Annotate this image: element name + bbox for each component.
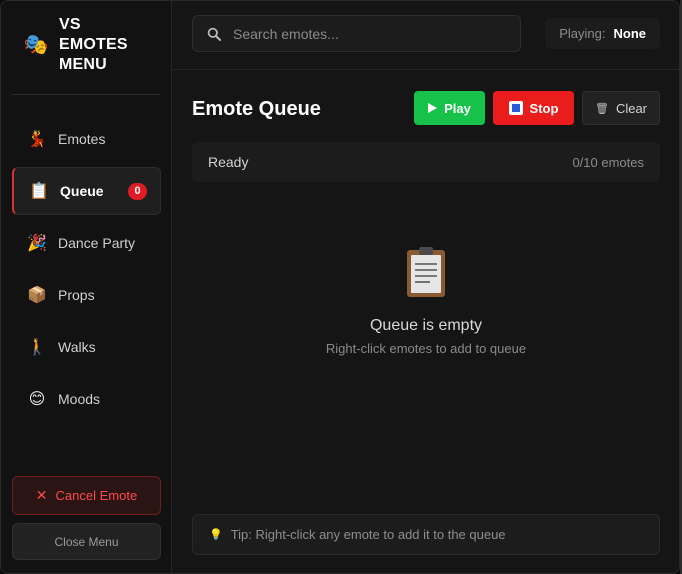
- play-icon: [428, 103, 438, 113]
- playing-label: Playing:: [559, 26, 606, 41]
- cancel-emote-label: Cancel Emote: [55, 488, 138, 503]
- cancel-emote-button[interactable]: ✕ Cancel Emote: [12, 476, 161, 515]
- queue-count: 0/10 emotes: [572, 154, 644, 170]
- sidebar-item-label: Emotes: [58, 131, 106, 147]
- sidebar-nav: 💃 Emotes 📋 Queue 0 🎉 Dance Party 📦 Props…: [12, 115, 161, 427]
- close-icon: ✕: [35, 487, 48, 503]
- queue-status: Ready: [208, 154, 249, 170]
- sidebar-item-dance-party[interactable]: 🎉 Dance Party: [12, 219, 161, 267]
- walking-person-icon: 🚶: [27, 339, 47, 356]
- clear-label: Clear: [615, 100, 648, 116]
- empty-state: Queue is empty Right-click emotes to add…: [192, 246, 660, 356]
- queue-status-bar: Ready 0/10 emotes: [192, 142, 660, 182]
- tip-text: Tip: Right-click any emote to add it to …: [230, 527, 506, 542]
- lightbulb-icon: 💡: [209, 529, 223, 541]
- dancer-icon: 💃: [27, 131, 47, 148]
- party-popper-icon: 🎉: [27, 235, 47, 252]
- stop-button[interactable]: Stop: [493, 91, 574, 125]
- sidebar-item-emotes[interactable]: 💃 Emotes: [12, 115, 161, 163]
- page-title: Emote Queue: [192, 98, 321, 120]
- package-icon: 📦: [27, 287, 47, 304]
- sidebar-item-walks[interactable]: 🚶 Walks: [12, 323, 161, 371]
- queue-panel: Emote Queue Play Stop 🗑 Clear Ready 0/10…: [172, 71, 679, 573]
- smiley-icon: 😊: [28, 391, 46, 408]
- search-input[interactable]: [233, 25, 513, 42]
- sidebar-item-label: Walks: [58, 339, 96, 355]
- header: Playing: None: [172, 1, 679, 70]
- sidebar-item-props[interactable]: 📦 Props: [12, 271, 161, 319]
- now-playing-indicator: Playing: None: [545, 18, 660, 49]
- sidebar-item-queue[interactable]: 📋 Queue 0: [12, 167, 161, 215]
- search-icon: [207, 27, 221, 41]
- empty-state-title: Queue is empty: [369, 317, 483, 334]
- brand: 🎭 VS EMOTES MENU: [23, 15, 149, 75]
- sidebar-item-label: Moods: [58, 391, 101, 407]
- stop-icon: [508, 101, 523, 115]
- clipboard-icon: 📋: [29, 183, 49, 200]
- play-label: Play: [444, 100, 471, 116]
- empty-state-subtitle: Right-click emotes to add to queue: [325, 341, 527, 356]
- sidebar-item-moods[interactable]: 😊 Moods: [12, 375, 161, 423]
- trash-icon: 🗑: [594, 102, 609, 115]
- play-button[interactable]: Play: [414, 91, 485, 125]
- sidebar-item-label: Props: [58, 287, 95, 303]
- playing-value: None: [613, 26, 647, 41]
- stop-label: Stop: [529, 100, 559, 116]
- emotes-menu-window: 🎭 VS EMOTES MENU 💃 Emotes 📋 Queue 0 🎉 Da…: [0, 0, 680, 574]
- clear-button[interactable]: 🗑 Clear: [582, 91, 660, 125]
- brand-title: VS EMOTES MENU: [59, 16, 128, 73]
- tip-bar: 💡 Tip: Right-click any emote to add it t…: [192, 514, 660, 555]
- queue-count-badge: 0: [128, 183, 147, 200]
- close-menu-button[interactable]: Close Menu: [12, 523, 161, 560]
- sidebar-item-label: Dance Party: [58, 235, 136, 251]
- sidebar-divider: [12, 94, 160, 95]
- sidebar: 🎭 VS EMOTES MENU 💃 Emotes 📋 Queue 0 🎉 Da…: [1, 1, 172, 573]
- search-box: [192, 15, 521, 52]
- clipboard-icon: [407, 247, 445, 297]
- sidebar-item-label: Queue: [60, 183, 104, 199]
- theater-masks-icon: 🎭: [23, 34, 49, 56]
